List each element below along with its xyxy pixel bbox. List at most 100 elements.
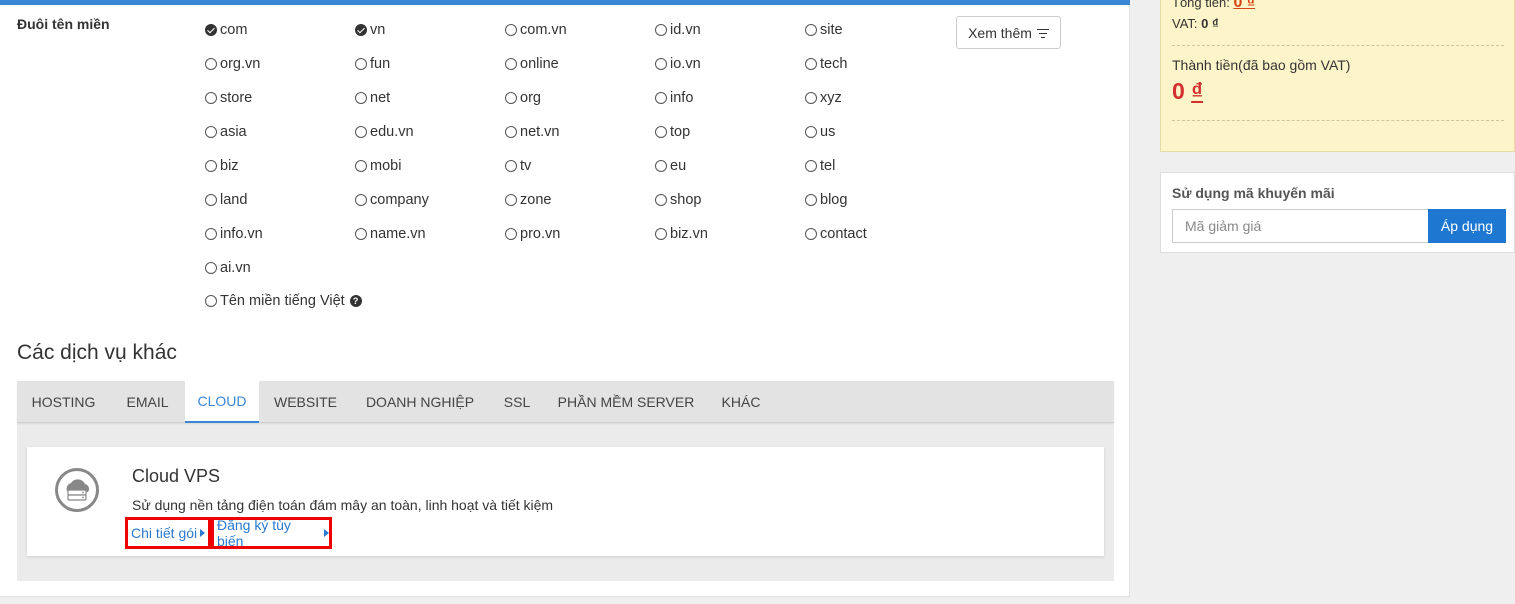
tab-website[interactable]: WEBSITE bbox=[259, 381, 352, 423]
extension-option-pro-vn[interactable]: pro.vn bbox=[505, 226, 560, 242]
promo-code-input[interactable] bbox=[1172, 209, 1428, 243]
extension-option-com-vn[interactable]: com.vn bbox=[505, 22, 567, 38]
extension-option-site[interactable]: site bbox=[805, 22, 843, 38]
extension-label: store bbox=[220, 90, 253, 106]
radio-icon[interactable] bbox=[655, 228, 667, 240]
extension-option-us[interactable]: us bbox=[805, 124, 835, 140]
extension-option-company[interactable]: company bbox=[355, 192, 429, 208]
tab-ssl[interactable]: SSL bbox=[488, 381, 546, 423]
extension-option-name-vn[interactable]: name.vn bbox=[355, 226, 426, 242]
radio-icon[interactable] bbox=[205, 92, 217, 104]
radio-icon[interactable] bbox=[805, 24, 817, 36]
radio-icon[interactable] bbox=[505, 194, 517, 206]
radio-icon[interactable] bbox=[355, 228, 367, 240]
tab-khác[interactable]: KHÁC bbox=[706, 381, 776, 423]
radio-icon[interactable] bbox=[505, 228, 517, 240]
radio-icon[interactable] bbox=[805, 126, 817, 138]
radio-icon[interactable] bbox=[355, 126, 367, 138]
radio-icon[interactable] bbox=[205, 194, 217, 206]
radio-icon[interactable] bbox=[205, 228, 217, 240]
checked-radio-icon[interactable] bbox=[205, 24, 217, 36]
extension-option-land[interactable]: land bbox=[205, 192, 247, 208]
cloud-server-icon bbox=[55, 468, 99, 512]
extension-option-blog[interactable]: blog bbox=[805, 192, 847, 208]
extension-option-fun[interactable]: fun bbox=[355, 56, 390, 72]
show-more-label: Xem thêm bbox=[968, 24, 1032, 41]
radio-icon[interactable] bbox=[655, 194, 667, 206]
radio-icon[interactable] bbox=[505, 24, 517, 36]
top-accent-bar bbox=[0, 0, 1130, 5]
show-more-button[interactable]: Xem thêm bbox=[956, 16, 1061, 49]
radio-icon[interactable] bbox=[805, 92, 817, 104]
extension-option-edu-vn[interactable]: edu.vn bbox=[355, 124, 414, 140]
extension-option-shop[interactable]: shop bbox=[655, 192, 701, 208]
extension-option-com[interactable]: com bbox=[205, 22, 247, 38]
extension-label: id.vn bbox=[670, 22, 701, 38]
extension-option-io-vn[interactable]: io.vn bbox=[655, 56, 701, 72]
radio-icon[interactable] bbox=[355, 58, 367, 70]
extension-option-tv[interactable]: tv bbox=[505, 158, 531, 174]
extension-option-tel[interactable]: tel bbox=[805, 158, 835, 174]
tab-phần-mềm-server[interactable]: PHẦN MỀM SERVER bbox=[546, 381, 706, 423]
tab-hosting[interactable]: HOSTING bbox=[17, 381, 110, 423]
extension-option-biz[interactable]: biz bbox=[205, 158, 239, 174]
radio-icon[interactable] bbox=[205, 160, 217, 172]
help-icon[interactable]: ? bbox=[349, 295, 362, 307]
extension-option-org[interactable]: org bbox=[505, 90, 541, 106]
radio-icon[interactable] bbox=[505, 160, 517, 172]
package-details-label: Chi tiết gói bbox=[131, 525, 198, 541]
extension-option-store[interactable]: store bbox=[205, 90, 252, 106]
extension-option-id-vn[interactable]: id.vn bbox=[655, 22, 701, 38]
extension-option-eu[interactable]: eu bbox=[655, 158, 686, 174]
extension-option-net-vn[interactable]: net.vn bbox=[505, 124, 560, 140]
radio-icon[interactable] bbox=[655, 126, 667, 138]
extension-option-mobi[interactable]: mobi bbox=[355, 158, 401, 174]
radio-icon[interactable] bbox=[655, 92, 667, 104]
radio-icon[interactable] bbox=[655, 24, 667, 36]
radio-icon[interactable] bbox=[205, 295, 217, 307]
extension-option-ai-vn[interactable]: ai.vn bbox=[205, 260, 251, 276]
radio-icon[interactable] bbox=[355, 92, 367, 104]
radio-icon[interactable] bbox=[805, 58, 817, 70]
extension-option-tech[interactable]: tech bbox=[805, 56, 847, 72]
extension-option-biz-vn[interactable]: biz.vn bbox=[655, 226, 708, 242]
extension-option-info-vn[interactable]: info.vn bbox=[205, 226, 263, 242]
tab-doanh-nghiệp[interactable]: DOANH NGHIỆP bbox=[352, 381, 488, 423]
extension-label: vn bbox=[370, 22, 386, 38]
radio-icon[interactable] bbox=[205, 58, 217, 70]
extension-label: net bbox=[370, 90, 391, 106]
radio-icon[interactable] bbox=[805, 228, 817, 240]
checked-radio-icon[interactable] bbox=[355, 24, 367, 36]
extension-option-vn[interactable]: vn bbox=[355, 22, 385, 38]
radio-icon[interactable] bbox=[805, 160, 817, 172]
extension-row: org.vn fun online io.vn tech bbox=[205, 56, 955, 90]
radio-icon[interactable] bbox=[505, 58, 517, 70]
radio-icon[interactable] bbox=[205, 262, 217, 274]
extension-option-zone[interactable]: zone bbox=[505, 192, 551, 208]
apply-promo-button[interactable]: Áp dụng bbox=[1428, 209, 1506, 243]
radio-icon[interactable] bbox=[505, 126, 517, 138]
services-tabs: HOSTING EMAIL CLOUD WEBSITE DOANH NGHIỆP SSL P… bbox=[17, 381, 1114, 423]
extension-option-online[interactable]: online bbox=[505, 56, 559, 72]
extension-option-net[interactable]: net bbox=[355, 90, 390, 106]
radio-icon[interactable] bbox=[355, 194, 367, 206]
radio-icon[interactable] bbox=[655, 160, 667, 172]
extension-option-contact[interactable]: contact bbox=[805, 226, 867, 242]
radio-icon[interactable] bbox=[505, 92, 517, 104]
extension-option-info[interactable]: info bbox=[655, 90, 693, 106]
extension-label: com.vn bbox=[520, 22, 567, 38]
tab-email[interactable]: EMAIL bbox=[110, 381, 185, 423]
extension-option-xyz[interactable]: xyz bbox=[805, 90, 842, 106]
radio-icon[interactable] bbox=[355, 160, 367, 172]
extension-option-org-vn[interactable]: org.vn bbox=[205, 56, 260, 72]
extension-option-top[interactable]: top bbox=[655, 124, 690, 140]
custom-register-link[interactable]: Đăng ký tùy biến bbox=[211, 517, 332, 549]
other-services-title: Các dịch vụ khác bbox=[17, 341, 177, 364]
package-details-link[interactable]: Chi tiết gói bbox=[125, 517, 211, 549]
vietnamese-domain-option[interactable]: Tên miền tiếng Việt ? bbox=[205, 293, 362, 309]
tab-cloud[interactable]: CLOUD bbox=[185, 381, 259, 423]
radio-icon[interactable] bbox=[205, 126, 217, 138]
extension-option-asia[interactable]: asia bbox=[205, 124, 247, 140]
radio-icon[interactable] bbox=[655, 58, 667, 70]
radio-icon[interactable] bbox=[805, 194, 817, 206]
